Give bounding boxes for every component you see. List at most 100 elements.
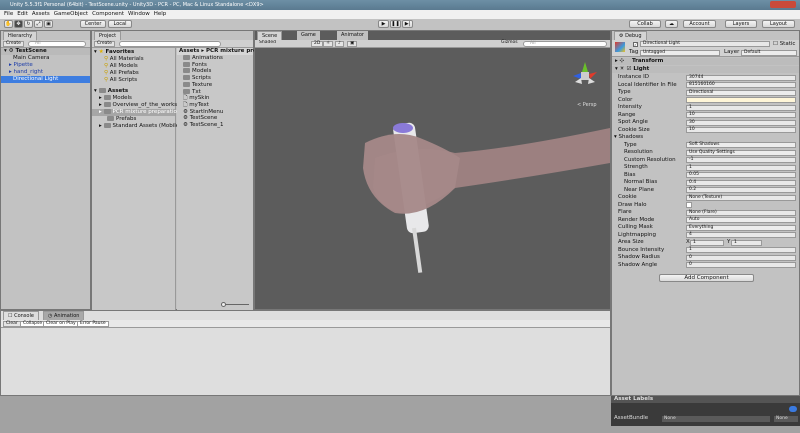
tab-animator[interactable]: Animator: [337, 31, 368, 40]
lighting-toggle[interactable]: ☼: [323, 41, 334, 47]
gizmos-dropdown[interactable]: Gizmos: [499, 40, 520, 47]
scene-viewport[interactable]: < Persp: [255, 48, 610, 310]
assets-header[interactable]: ▾ Assets: [92, 88, 175, 95]
type-field[interactable]: Directional: [686, 89, 796, 96]
variant-dropdown[interactable]: None: [774, 416, 798, 422]
scene-root[interactable]: ▾ ⚙ TestScene: [1, 48, 90, 55]
step-button[interactable]: ▶|: [402, 20, 413, 28]
culling-mask-field[interactable]: Everything: [686, 224, 796, 231]
create-button[interactable]: Create: [3, 41, 24, 47]
breadcrumb-assets[interactable]: Assets: [179, 48, 199, 54]
layer-dropdown[interactable]: Default: [741, 49, 797, 56]
flare-field[interactable]: None (Flare): [686, 209, 796, 216]
object-name-input[interactable]: Directional Light: [640, 41, 770, 47]
hand-tool-button[interactable]: ✋: [4, 20, 13, 28]
area-size-x-field[interactable]: 1: [690, 239, 724, 246]
shadow-radius-field[interactable]: 0: [686, 254, 796, 261]
instance-id-field[interactable]: 30744: [686, 74, 796, 81]
favorite-item[interactable]: ⚲ All Scripts: [92, 77, 175, 84]
strength-field[interactable]: 1: [686, 164, 796, 171]
collab-button[interactable]: Collab: [629, 20, 661, 28]
pivot-center-button[interactable]: Center: [80, 20, 106, 28]
icon-size-slider[interactable]: [221, 302, 249, 307]
shading-dropdown[interactable]: Shaded: [257, 40, 305, 47]
light-component-header[interactable]: ▾ ☀ ☑ Light: [612, 66, 799, 73]
window-controls[interactable]: [770, 1, 796, 8]
rotate-tool-button[interactable]: ↻: [24, 20, 33, 28]
error-pause-button[interactable]: Error Pause: [77, 321, 109, 327]
asset-folder[interactable]: ▸ Models: [92, 95, 175, 102]
hierarchy-item[interactable]: Main Camera: [1, 55, 90, 62]
menu-window[interactable]: Window: [128, 11, 150, 17]
tab-hierarchy[interactable]: Hierarchy: [3, 31, 38, 40]
persp-label[interactable]: < Persp: [577, 102, 597, 108]
favorite-item[interactable]: ⚲ All Materials: [92, 56, 175, 63]
spot-angle-field[interactable]: 30: [686, 119, 796, 126]
tab-scene[interactable]: Scene: [257, 31, 283, 40]
cloud-button[interactable]: ☁: [665, 20, 678, 28]
shadow-angle-field[interactable]: 0: [686, 262, 796, 268]
tab-animation[interactable]: ◷ Animation: [43, 311, 85, 320]
tab-debug[interactable]: ⚙ Debug: [614, 31, 647, 40]
custom-resolution-field[interactable]: -1: [686, 157, 796, 163]
range-field[interactable]: 10: [686, 112, 796, 118]
asset-folder[interactable]: ▸ Standard Assets (Mobile): [92, 123, 181, 130]
asset-labels-icon[interactable]: [789, 406, 797, 412]
favorites-header[interactable]: ▾ ★ Favorites: [92, 49, 175, 56]
tab-console[interactable]: ☐ Console: [3, 311, 39, 320]
resolution-field[interactable]: Use Quality Settings: [686, 149, 796, 156]
2d-toggle[interactable]: 2D: [311, 41, 324, 47]
play-button[interactable]: ▶: [378, 20, 389, 28]
rect-tool-button[interactable]: ▣: [44, 20, 53, 28]
hierarchy-item[interactable]: Directional Light: [1, 76, 90, 83]
static-checkbox[interactable]: ☐ Static: [773, 41, 795, 48]
menu-gameobject[interactable]: GameObject: [54, 11, 88, 17]
hierarchy-search-input[interactable]: All: [28, 41, 86, 47]
clear-button[interactable]: Clear: [3, 321, 21, 327]
tab-project[interactable]: Project: [94, 31, 122, 40]
project-asset[interactable]: ⚙ TestScene_1: [177, 122, 253, 129]
scene-gizmo[interactable]: [573, 62, 597, 84]
area-size-y-field[interactable]: 1: [731, 239, 762, 246]
menu-assets[interactable]: Assets: [32, 11, 50, 17]
tab-game[interactable]: Game: [297, 31, 320, 40]
favorite-item[interactable]: ⚲ All Models: [92, 63, 175, 70]
bounce-intensity-field[interactable]: 1: [686, 247, 796, 253]
shadows-foldout[interactable]: ▾ Shadows: [612, 134, 798, 141]
asset-folder[interactable]: ▸ PCR mixture preparation: [92, 109, 180, 116]
favorite-item[interactable]: ⚲ All Prefabs: [92, 70, 175, 77]
pivot-local-button[interactable]: Local: [108, 20, 132, 28]
normal-bias-field[interactable]: 0.4: [686, 179, 796, 186]
assetbundle-dropdown[interactable]: None: [662, 416, 770, 422]
layout-dropdown[interactable]: Layout: [762, 20, 795, 28]
scene-search-input[interactable]: All: [523, 41, 607, 47]
menu-edit[interactable]: Edit: [17, 11, 28, 17]
type-field[interactable]: Soft Shadows: [686, 142, 796, 148]
intensity-field[interactable]: 1: [686, 104, 796, 111]
move-tool-button[interactable]: ✥: [14, 20, 23, 28]
asset-folder[interactable]: ▸ Overview_of_the_workspa: [92, 102, 184, 109]
layers-dropdown[interactable]: Layers: [725, 20, 757, 28]
add-component-button[interactable]: Add Component: [659, 274, 754, 282]
project-search-input[interactable]: [119, 41, 221, 47]
clear-on-play-button[interactable]: Clear on Play: [43, 321, 79, 327]
hierarchy-item[interactable]: ▸ hand_right: [1, 69, 90, 76]
bias-field[interactable]: 0.05: [686, 172, 796, 178]
scale-tool-button[interactable]: ⤢: [34, 20, 43, 28]
cookie-size-field[interactable]: 10: [686, 127, 796, 133]
menu-file[interactable]: File: [4, 11, 13, 17]
effects-toggle[interactable]: ▣: [347, 41, 358, 47]
hierarchy-item[interactable]: ▸ Pipette: [1, 62, 90, 69]
lightmapping-field[interactable]: 4: [686, 232, 796, 238]
audio-toggle[interactable]: ♪: [335, 41, 344, 47]
collapse-button[interactable]: Collapse: [20, 321, 46, 327]
cookie-field[interactable]: None (Texture): [686, 194, 796, 201]
create-button[interactable]: Create: [94, 41, 115, 47]
transform-component-header[interactable]: ▸ ⊹ Transform: [612, 58, 799, 65]
local-identifier-in-file-field[interactable]: 815160160: [686, 82, 796, 88]
menu-component[interactable]: Component: [92, 11, 124, 17]
account-button[interactable]: Account: [683, 20, 716, 28]
color-field[interactable]: [686, 97, 796, 103]
asset-folder[interactable]: Prefabs: [92, 116, 175, 123]
pause-button[interactable]: ❚❚: [390, 20, 401, 28]
